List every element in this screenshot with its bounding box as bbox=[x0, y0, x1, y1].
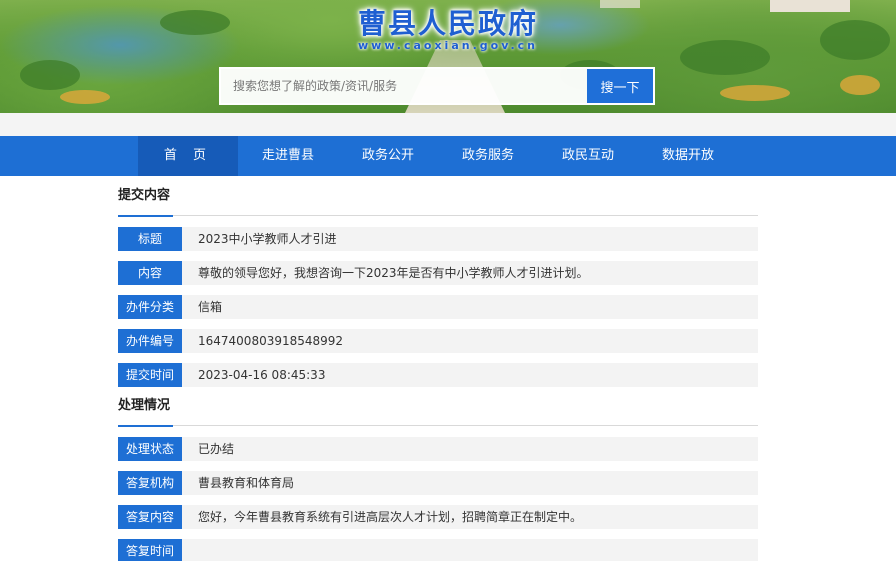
row-label: 办件编号 bbox=[118, 329, 182, 353]
handling-section-header: 处理情况 bbox=[118, 396, 758, 427]
banner-tree-image bbox=[20, 60, 80, 90]
row-value: 2023中小学教师人才引进 bbox=[182, 227, 758, 251]
nav-item-about[interactable]: 走进曹县 bbox=[238, 136, 338, 176]
main-nav: 首 页 走进曹县 政务公开 政务服务 政民互动 数据开放 bbox=[0, 136, 896, 176]
search-input[interactable] bbox=[221, 69, 587, 103]
handling-heading: 处理情况 bbox=[118, 396, 174, 427]
search-box: 搜一下 bbox=[219, 67, 655, 105]
row-label: 标题 bbox=[118, 227, 182, 251]
detail-row: 处理状态 已办结 bbox=[118, 437, 758, 461]
detail-row: 办件编号 1647400803918548992 bbox=[118, 329, 758, 353]
row-value: 1647400803918548992 bbox=[182, 329, 758, 353]
banner-flower-image bbox=[840, 75, 880, 95]
detail-row: 答复机构 曹县教育和体育局 bbox=[118, 471, 758, 495]
detail-row: 答复内容 您好，今年曹县教育系统有引进高层次人才计划，招聘简章正在制定中。 bbox=[118, 505, 758, 529]
detail-row: 内容 尊敬的领导您好，我想咨询一下2023年是否有中小学教师人才引进计划。 bbox=[118, 261, 758, 285]
row-value: 曹县教育和体育局 bbox=[182, 471, 758, 495]
row-value bbox=[182, 539, 758, 561]
row-value: 信箱 bbox=[182, 295, 758, 319]
detail-row: 答复时间 bbox=[118, 539, 758, 561]
banner-flower-image bbox=[720, 85, 790, 101]
detail-row: 提交时间 2023-04-16 08:45:33 bbox=[118, 363, 758, 387]
row-label: 办件分类 bbox=[118, 295, 182, 319]
row-label: 内容 bbox=[118, 261, 182, 285]
search-button[interactable]: 搜一下 bbox=[587, 69, 653, 103]
banner-flower-image bbox=[60, 90, 110, 104]
nav-item-home[interactable]: 首 页 bbox=[138, 136, 238, 176]
row-value: 尊敬的领导您好，我想咨询一下2023年是否有中小学教师人才引进计划。 bbox=[182, 261, 758, 285]
row-label: 答复内容 bbox=[118, 505, 182, 529]
row-label: 处理状态 bbox=[118, 437, 182, 461]
nav-spacer bbox=[0, 113, 896, 136]
row-value: 已办结 bbox=[182, 437, 758, 461]
detail-row: 标题 2023中小学教师人才引进 bbox=[118, 227, 758, 251]
nav-item-open-data[interactable]: 数据开放 bbox=[638, 136, 738, 176]
header-banner: 曹县人民政府 www.caoxian.gov.cn 搜一下 bbox=[0, 0, 896, 113]
submission-heading: 提交内容 bbox=[118, 186, 174, 217]
nav-item-services[interactable]: 政务服务 bbox=[438, 136, 538, 176]
submission-section-header: 提交内容 bbox=[118, 186, 758, 217]
row-value: 您好，今年曹县教育系统有引进高层次人才计划，招聘简章正在制定中。 bbox=[182, 505, 758, 529]
site-title: 曹县人民政府 bbox=[357, 7, 538, 40]
row-value: 2023-04-16 08:45:33 bbox=[182, 363, 758, 387]
site-url: www.caoxian.gov.cn bbox=[358, 39, 538, 52]
nav-item-public-affairs[interactable]: 政务公开 bbox=[338, 136, 438, 176]
row-label: 答复时间 bbox=[118, 539, 182, 561]
detail-row: 办件分类 信箱 bbox=[118, 295, 758, 319]
row-label: 答复机构 bbox=[118, 471, 182, 495]
nav-item-interaction[interactable]: 政民互动 bbox=[538, 136, 638, 176]
row-label: 提交时间 bbox=[118, 363, 182, 387]
